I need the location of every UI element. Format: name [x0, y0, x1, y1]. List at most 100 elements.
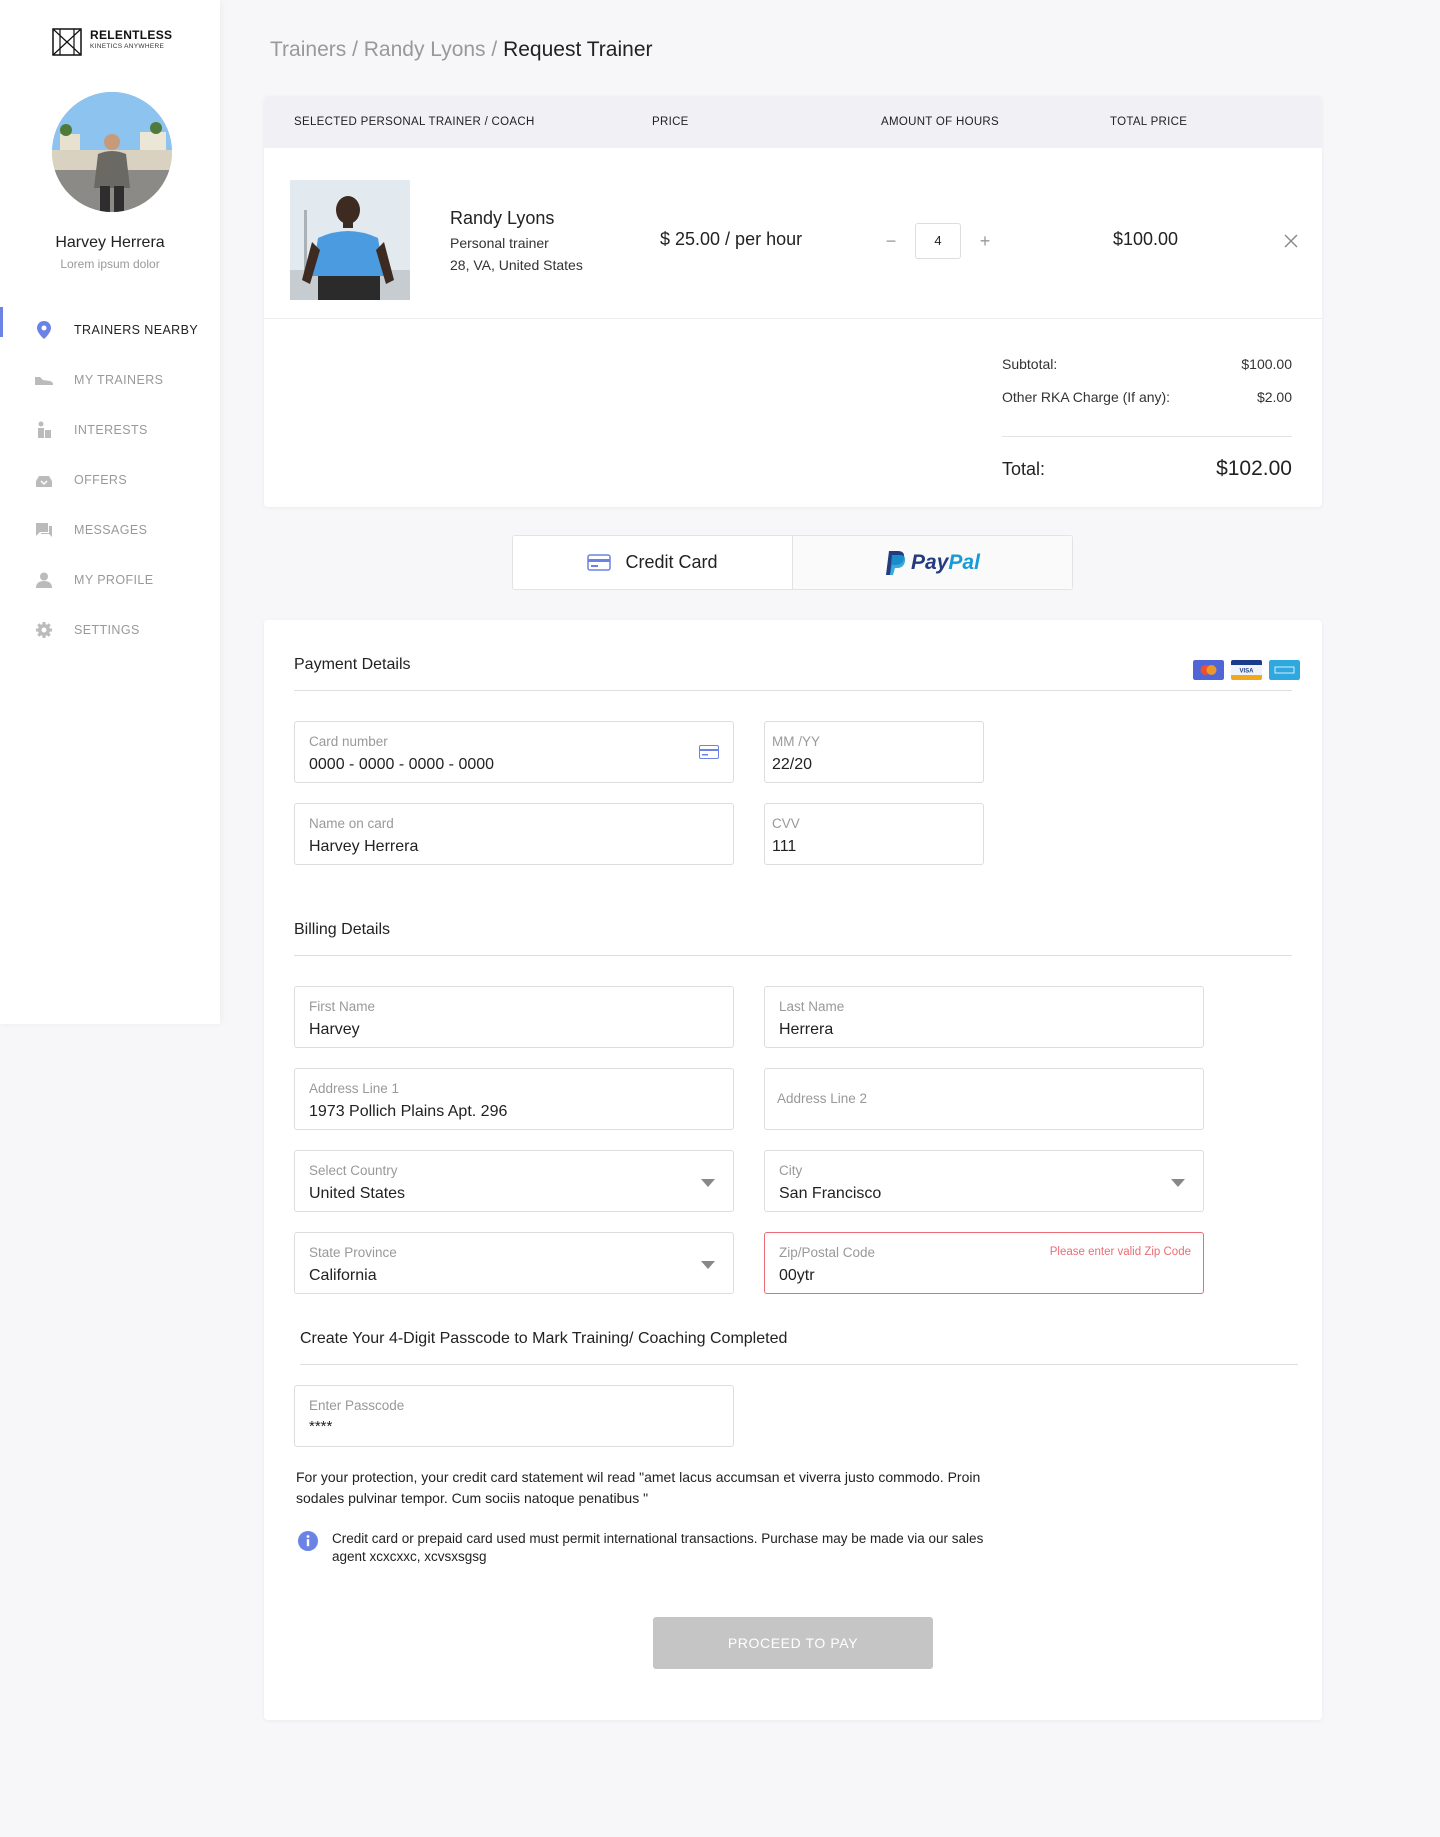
chevron-down-icon: [1171, 1179, 1185, 1187]
credit-card-option[interactable]: Credit Card: [513, 536, 792, 589]
brand-name: RELENTLESS: [90, 28, 173, 42]
field-label: State Province: [309, 1245, 397, 1260]
paypal-option[interactable]: PayPal: [792, 536, 1072, 589]
field-label: Address Line 1: [309, 1081, 400, 1096]
increase-hours-button[interactable]: +: [975, 231, 995, 252]
info-icon: [298, 1531, 318, 1551]
fitness-person-icon: [34, 420, 54, 440]
sneaker-icon: [34, 370, 54, 390]
sidebar-item-trainers-nearby[interactable]: TRAINERS NEARBY: [0, 305, 220, 355]
brand-logo[interactable]: RELENTLESS KINETICS ANYWHERE: [52, 28, 172, 58]
first-name-field[interactable]: First Name Harvey: [294, 986, 734, 1048]
svg-text:VISA: VISA: [1239, 669, 1254, 675]
sidebar-item-settings[interactable]: SETTINGS: [0, 605, 220, 655]
field-label: First Name: [309, 999, 376, 1014]
charge-line: Other RKA Charge (If any): $2.00: [1002, 389, 1292, 422]
zip-code-field[interactable]: Zip/Postal Code Please enter valid Zip C…: [764, 1232, 1204, 1294]
breadcrumb-separator: /: [346, 38, 364, 61]
offers-icon: [34, 470, 54, 490]
sidebar-item-label: TRAINERS NEARBY: [74, 323, 199, 337]
sidebar-item-offers[interactable]: OFFERS: [0, 455, 220, 505]
decrease-hours-button[interactable]: −: [881, 231, 901, 252]
sidebar-item-label: MY PROFILE: [74, 573, 154, 587]
price-summary: Subtotal: $100.00 Other RKA Charge (If a…: [1002, 356, 1292, 481]
field-value: Harvey: [309, 1021, 360, 1038]
row-total-price: $100.00: [1113, 229, 1179, 249]
charge-label: Other RKA Charge (If any):: [1002, 389, 1171, 405]
chat-icon: [34, 520, 54, 540]
info-text: Credit card or prepaid card used must pe…: [332, 1531, 984, 1564]
accepted-cards: VISA: [1186, 660, 1300, 680]
total-value: $102.00: [1216, 457, 1292, 480]
table-row: Randy Lyons Personal trainer 28, VA, Uni…: [264, 148, 1322, 319]
address-line-2-field[interactable]: Address Line 2: [764, 1068, 1204, 1130]
logo-mark-icon: [52, 28, 82, 56]
field-placeholder: Address Line 2: [777, 1091, 868, 1106]
field-value: United States: [309, 1185, 406, 1202]
info-notice: Credit card or prepaid card used must pe…: [298, 1530, 1018, 1566]
sidebar-item-label: MY TRAINERS: [74, 373, 164, 387]
field-label: City: [779, 1163, 803, 1178]
quantity-stepper: − 4 +: [881, 223, 995, 259]
field-label: MM /YY: [772, 734, 821, 749]
mastercard-icon: [1193, 660, 1224, 680]
subtotal-label: Subtotal:: [1002, 356, 1058, 372]
sidebar-item-label: INTERESTS: [74, 423, 148, 437]
protection-notice: For your protection, your credit card st…: [296, 1469, 981, 1506]
subtotal-value: $100.00: [1241, 356, 1292, 372]
field-label: Card number: [309, 734, 388, 749]
city-select[interactable]: City San Francisco: [764, 1150, 1204, 1212]
subtotal-line: Subtotal: $100.00: [1002, 356, 1292, 389]
trainer-location: 28, VA, United States: [450, 257, 583, 273]
passcode-field[interactable]: Enter Passcode ****: [294, 1385, 734, 1447]
cvv-field[interactable]: CVV 111: [764, 803, 984, 865]
field-label: CVV: [772, 816, 800, 831]
location-pin-icon: [34, 320, 54, 340]
country-select[interactable]: Select Country United States: [294, 1150, 734, 1212]
name-on-card-field[interactable]: Name on card Harvey Herrera: [294, 803, 734, 865]
sidebar-item-label: OFFERS: [74, 473, 128, 487]
header-hours: AMOUNT OF HOURS: [881, 116, 1000, 128]
hours-input[interactable]: 4: [915, 223, 961, 259]
divider: [1002, 436, 1292, 437]
sidebar-item-my-profile[interactable]: MY PROFILE: [0, 555, 220, 605]
chevron-down-icon: [701, 1261, 715, 1269]
card-number-field[interactable]: Card number 0000 - 0000 - 0000 - 0000: [294, 721, 734, 783]
last-name-field[interactable]: Last Name Herrera: [764, 986, 1204, 1048]
credit-card-icon: [699, 745, 719, 759]
breadcrumb-trainer[interactable]: Randy Lyons: [364, 38, 486, 61]
avatar-photo: [52, 92, 172, 212]
field-value: ****: [309, 1418, 333, 1435]
address-line-1-field[interactable]: Address Line 1 1973 Pollich Plains Apt. …: [294, 1068, 734, 1130]
paypal-wordmark-pay: Pay: [911, 550, 949, 574]
field-value: 111: [772, 838, 797, 855]
header-trainer: SELECTED PERSONAL TRAINER / COACH: [294, 116, 535, 128]
field-label: Name on card: [309, 816, 394, 831]
sidebar-nav: TRAINERS NEARBY MY TRAINERS INTERESTS OF…: [0, 305, 220, 655]
divider: [300, 1364, 1298, 1365]
charge-value: $2.00: [1256, 389, 1292, 405]
sidebar-item-messages[interactable]: MESSAGES: [0, 505, 220, 555]
proceed-to-pay-button[interactable]: PROCEED TO PAY: [653, 1617, 933, 1669]
sidebar-item-interests[interactable]: INTERESTS: [0, 405, 220, 455]
credit-card-icon: [587, 554, 612, 571]
person-icon: [34, 570, 54, 590]
total-line: Total: $102.00: [1002, 457, 1292, 481]
chevron-down-icon: [701, 1179, 715, 1187]
billing-details-title: Billing Details: [294, 921, 391, 938]
breadcrumb-separator: /: [485, 38, 504, 61]
sidebar-item-label: MESSAGES: [74, 523, 148, 537]
expiry-field[interactable]: MM /YY 22/20: [764, 721, 984, 783]
state-select[interactable]: State Province California: [294, 1232, 734, 1294]
breadcrumb-trainers[interactable]: Trainers: [270, 38, 346, 61]
close-icon[interactable]: [1282, 232, 1300, 250]
sidebar-item-my-trainers[interactable]: MY TRAINERS: [0, 355, 220, 405]
payment-details-title: Payment Details: [294, 656, 411, 673]
trainer-name: Randy Lyons: [450, 208, 555, 228]
page-title: Request Trainer: [503, 38, 653, 61]
divider: [294, 690, 1292, 691]
brand-tagline: KINETICS ANYWHERE: [90, 43, 165, 50]
user-subtitle: Lorem ipsum dolor: [60, 257, 160, 271]
sidebar-item-label: SETTINGS: [74, 623, 140, 637]
avatar[interactable]: [52, 92, 172, 212]
